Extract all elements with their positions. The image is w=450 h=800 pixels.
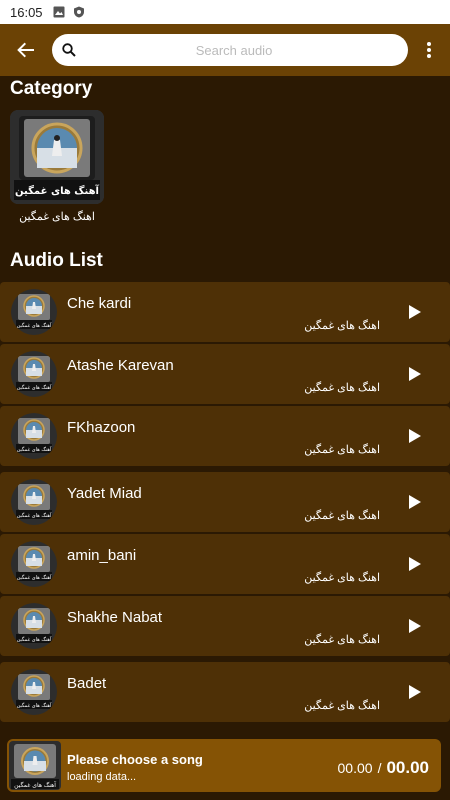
player-status: loading data... bbox=[67, 771, 137, 783]
audio-thumbnail: آهنگ های غمگین bbox=[11, 669, 57, 715]
audio-subtitle: اهنگ های غمگین bbox=[304, 444, 380, 456]
audio-subtitle: اهنگ های غمگین bbox=[304, 700, 380, 712]
audio-title: FKhazoon bbox=[67, 419, 136, 436]
category-thumb-caption: آهنگ های غمگین bbox=[15, 184, 100, 197]
audio-title: Shakhe Nabat bbox=[67, 609, 163, 626]
audio-list-item[interactable]: آهنگ های غمگین Badet اهنگ های غمگین bbox=[0, 662, 450, 722]
audio-list-item[interactable]: آهنگ های غمگین Yadet Miad اهنگ های غمگین bbox=[0, 472, 450, 532]
play-icon[interactable] bbox=[408, 428, 422, 444]
category-card[interactable]: آهنگ های غمگین اهنگ های غمگین bbox=[10, 110, 104, 223]
audio-title: Atashe Karevan bbox=[67, 357, 174, 374]
audio-section-title: Audio List bbox=[10, 250, 103, 271]
audio-subtitle: اهنگ های غمگین bbox=[304, 510, 380, 522]
mini-player[interactable]: آهنگ های غمگین Please choose a song load… bbox=[7, 739, 441, 792]
player-thumbnail: آهنگ های غمگین bbox=[9, 741, 61, 790]
status-bar: 16:05 bbox=[0, 0, 450, 24]
play-icon[interactable] bbox=[408, 366, 422, 382]
play-icon[interactable] bbox=[408, 618, 422, 634]
audio-thumbnail: آهنگ های غمگین bbox=[11, 479, 57, 525]
play-icon[interactable] bbox=[408, 494, 422, 510]
audio-thumbnail: آهنگ های غمگین bbox=[11, 413, 57, 459]
audio-title: amin_bani bbox=[67, 547, 137, 564]
audio-list-item[interactable]: آهنگ های غمگین Atashe Karevan اهنگ های غمگ… bbox=[0, 344, 450, 404]
arrow-left-icon bbox=[17, 42, 34, 58]
audio-subtitle: اهنگ های غمگین bbox=[304, 382, 380, 394]
audio-title: Badet bbox=[67, 675, 107, 692]
time-separator: / bbox=[377, 760, 382, 776]
overflow-menu-button[interactable] bbox=[408, 24, 450, 76]
play-icon[interactable] bbox=[408, 556, 422, 572]
audio-title: Yadet Miad bbox=[67, 485, 142, 502]
audio-list-item[interactable]: آهنگ های غمگین Che kardi اهنگ های غمگین bbox=[0, 282, 450, 342]
play-icon[interactable] bbox=[408, 684, 422, 700]
search-input[interactable] bbox=[84, 42, 384, 58]
back-button[interactable] bbox=[0, 24, 52, 76]
current-time: 00.00 bbox=[337, 760, 373, 776]
audio-list-item[interactable]: آهنگ های غمگین amin_bani اهنگ های غمگین bbox=[0, 534, 450, 594]
category-label: اهنگ های غمگین bbox=[19, 211, 95, 223]
duration: 00.00 bbox=[386, 758, 429, 777]
audio-thumb-caption: آهنگ های غمگین bbox=[17, 512, 52, 519]
audio-list-item[interactable]: آهنگ های غمگین FKhazoon اهنگ های غمگین bbox=[0, 406, 450, 466]
audio-subtitle: اهنگ های غمگین bbox=[304, 320, 380, 332]
shield-icon bbox=[73, 6, 84, 18]
audio-title: Che kardi bbox=[67, 295, 132, 312]
search-icon bbox=[62, 43, 76, 57]
audio-thumbnail: آهنگ های غمگین bbox=[11, 541, 57, 587]
audio-thumbnail: آهنگ های غمگین bbox=[11, 351, 57, 397]
audio-list-item[interactable]: آهنگ های غمگین Shakhe Nabat اهنگ های غمگین bbox=[0, 596, 450, 656]
player-title: Please choose a song bbox=[67, 752, 203, 767]
category-thumbnail: آهنگ های غمگین bbox=[10, 110, 104, 204]
audio-thumb-caption: آهنگ های غمگین bbox=[17, 574, 52, 581]
status-time: 16:05 bbox=[10, 4, 43, 20]
audio-thumbnail: آهنگ های غمگین bbox=[11, 289, 57, 335]
player-thumb-caption: آهنگ های غمگین bbox=[14, 780, 56, 789]
audio-thumb-caption: آهنگ های غمگین bbox=[17, 322, 52, 329]
audio-subtitle: اهنگ های غمگین bbox=[304, 572, 380, 584]
more-vert-icon bbox=[427, 42, 431, 58]
audio-thumb-caption: آهنگ های غمگین bbox=[17, 446, 52, 453]
player-time: 00.00 / 00.00 bbox=[338, 758, 429, 778]
audio-subtitle: اهنگ های غمگین bbox=[304, 634, 380, 646]
category-art: آهنگ های غمگین bbox=[10, 110, 104, 204]
play-icon[interactable] bbox=[408, 304, 422, 320]
audio-thumb-caption: آهنگ های غمگین bbox=[17, 702, 52, 709]
search-box[interactable] bbox=[52, 34, 408, 66]
gallery-icon bbox=[53, 6, 65, 18]
app-bar bbox=[0, 24, 450, 76]
category-section-title: Category bbox=[10, 78, 93, 99]
audio-thumb-caption: آهنگ های غمگین bbox=[17, 384, 52, 391]
audio-thumb-caption: آهنگ های غمگین bbox=[17, 636, 52, 643]
audio-thumbnail: آهنگ های غمگین bbox=[11, 603, 57, 649]
